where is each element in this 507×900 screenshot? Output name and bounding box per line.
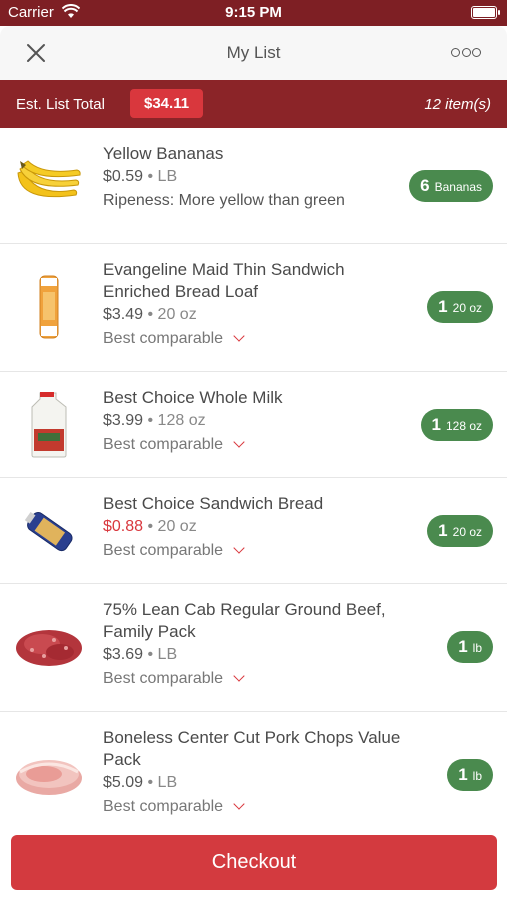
qty-value: 1 [431,415,441,434]
list-item[interactable]: 75% Lean Cab Regular Ground Beef, Family… [0,584,507,712]
quantity-button[interactable]: 1 128 oz [420,409,493,441]
item-name: Boneless Center Cut Pork Chops Value Pac… [103,728,401,769]
item-price: $0.59 [103,168,144,185]
item-name: Evangeline Maid Thin Sandwich Enriched B… [103,260,345,301]
qty-value: 6 [420,176,430,195]
chevron-down-icon [233,436,245,448]
list-item[interactable]: Yellow Bananas $0.59 • LB Ripeness: More… [0,128,507,244]
quantity-button[interactable]: 1 20 oz [427,515,493,547]
total-amount-badge: $34.11 [130,89,204,118]
list-item[interactable]: Best Choice Whole Milk $3.99 • 128 oz Be… [0,372,507,478]
bread-loaf-image [14,272,84,342]
more-icon [451,47,460,57]
item-price: $0.88 [103,518,144,535]
qty-unit: 20 oz [452,525,482,539]
qty-unit: 20 oz [452,301,482,315]
checkout-button[interactable]: Checkout [11,835,497,890]
list-item[interactable]: Boneless Center Cut Pork Chops Value Pac… [0,712,507,828]
qty-value: 1 [458,637,468,656]
list-total-bar: Est. List Total $34.11 12 item(s) [0,80,507,128]
list-item[interactable]: Evangeline Maid Thin Sandwich Enriched B… [0,244,507,372]
item-name: Best Choice Sandwich Bread [103,494,324,513]
item-price: $5.09 [103,774,144,791]
qty-value: 1 [458,765,468,784]
battery-icon [471,6,500,19]
bananas-image [14,150,84,220]
milk-jug-image [14,390,84,460]
qty-unit: 128 oz [445,419,482,433]
ground-beef-image [14,612,84,682]
status-time: 9:15 PM [225,4,282,21]
quantity-button[interactable]: 6 Bananas [409,170,493,202]
qty-value: 1 [438,521,448,540]
page-title: My List [226,43,281,62]
item-name: 75% Lean Cab Regular Ground Beef, Family… [103,600,386,641]
substitution-dropdown[interactable]: Best comparable [103,433,407,457]
qty-unit: lb [472,641,482,655]
more-icon-dot [461,47,471,57]
sandwich-bread-image [14,496,84,566]
item-unit: LB [157,774,178,791]
substitution-label: Best comparable [103,542,224,559]
quantity-button[interactable]: 1 lb [447,759,493,791]
substitution-dropdown[interactable]: Best comparable [103,795,407,819]
list-item[interactable]: Best Choice Sandwich Bread $0.88 • 20 oz… [0,478,507,584]
item-unit: 20 oz [157,306,197,323]
item-unit: 20 oz [157,518,197,535]
item-name: Yellow Bananas [103,144,224,163]
qty-unit: lb [472,769,482,783]
checkout-footer: Checkout [0,828,507,900]
item-price: $3.49 [103,306,144,323]
item-price: $3.99 [103,412,144,429]
qty-value: 1 [438,297,448,316]
pork-chops-image [14,740,84,810]
status-bar: Carrier 9:15 PM [0,0,507,26]
quantity-button[interactable]: 1 20 oz [427,291,493,323]
chevron-down-icon [233,542,245,554]
item-unit: LB [157,646,178,663]
item-unit: 128 oz [157,412,206,429]
total-label: Est. List Total [16,96,105,113]
item-unit: LB [157,168,178,185]
item-name: Best Choice Whole Milk [103,388,283,407]
qty-unit: Bananas [434,180,482,194]
shopping-list[interactable]: Yellow Bananas $0.59 • LB Ripeness: More… [0,128,507,828]
substitution-dropdown[interactable]: Best comparable [103,539,407,563]
substitution-dropdown[interactable]: Best comparable [103,327,407,351]
chevron-down-icon [233,670,245,682]
item-price: $3.69 [103,646,144,663]
substitution-label: Best comparable [103,330,224,347]
item-count: 12 item(s) [424,96,491,113]
chevron-down-icon [233,330,245,342]
substitution-label: Best comparable [103,670,224,687]
substitution-dropdown[interactable]: Best comparable [103,667,407,691]
chevron-down-icon [233,798,245,810]
more-button[interactable] [451,42,481,62]
substitution-label: Best comparable [103,798,224,815]
item-note: Ripeness: More yellow than green [103,192,345,209]
substitution-label: Best comparable [103,436,224,453]
quantity-button[interactable]: 1 lb [447,631,493,663]
nav-bar: My List [0,26,507,80]
more-icon-dot [472,47,481,57]
